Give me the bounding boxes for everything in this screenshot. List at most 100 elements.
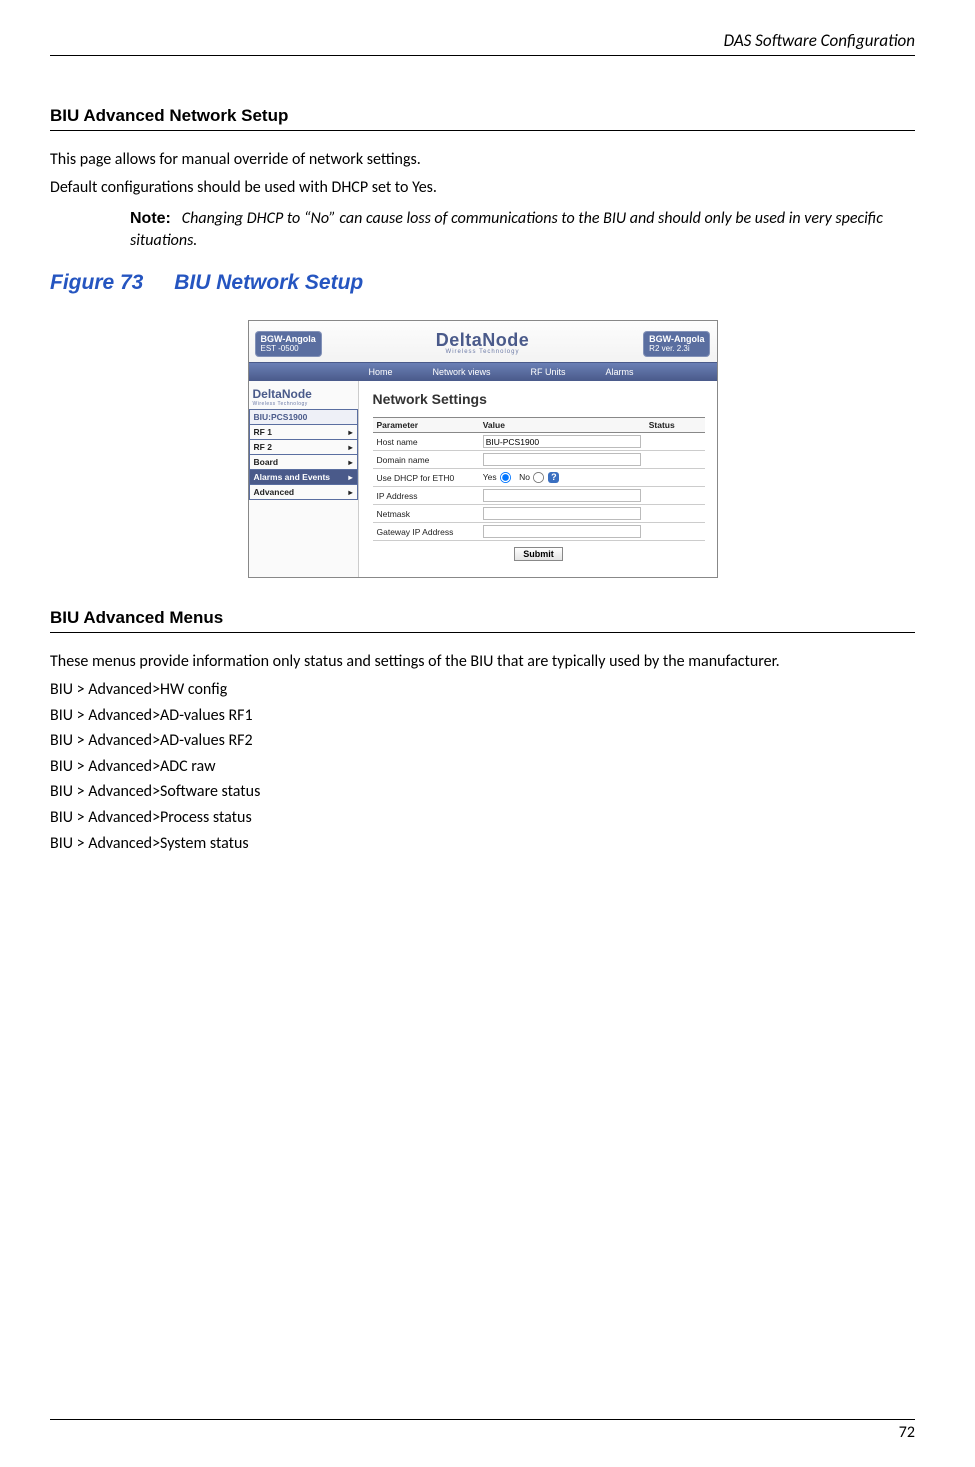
section-heading-advanced-menus: BIU Advanced Menus — [50, 608, 915, 633]
table-row: IP Address — [373, 487, 705, 505]
figure-number: Figure 73 — [50, 271, 143, 294]
note-block: Note: Changing DHCP to “No” can cause lo… — [130, 208, 915, 251]
param-cell: Use DHCP for ETH0 — [373, 469, 479, 487]
menu-path-item: BIU > Advanced>System status — [50, 833, 915, 855]
ss-nav-item[interactable]: Network views — [433, 367, 491, 377]
menu-path-list: BIU > Advanced>HW config BIU > Advanced>A… — [50, 679, 915, 854]
ss-table: Parameter Value Status Host nameDomain n… — [373, 417, 705, 541]
radio-no[interactable] — [533, 472, 544, 483]
chevron-right-icon: ▸ — [348, 428, 352, 437]
value-cell — [479, 523, 645, 541]
page-number: 72 — [50, 1419, 915, 1442]
value-cell — [479, 451, 645, 469]
note-text: Changing DHCP to “No” can cause loss of … — [130, 209, 883, 250]
ss-sidebar-item[interactable]: Alarms and Events▸ — [249, 470, 358, 485]
paragraph: These menus provide information only sta… — [50, 651, 915, 673]
radio-yes[interactable] — [500, 472, 511, 483]
menu-path-item: BIU > Advanced>ADC raw — [50, 756, 915, 778]
submit-button[interactable]: Submit — [514, 547, 563, 561]
menu-path-item: BIU > Advanced>HW config — [50, 679, 915, 701]
help-icon[interactable]: ? — [548, 472, 559, 483]
status-cell — [645, 523, 705, 541]
chevron-right-icon: ▸ — [348, 443, 352, 452]
ss-nav: Home Network views RF Units Alarms — [249, 363, 717, 381]
ss-logo: DeltaNode Wireless Technology — [436, 332, 530, 355]
param-cell: Gateway IP Address — [373, 523, 479, 541]
param-cell: Host name — [373, 433, 479, 451]
ss-col-parameter: Parameter — [373, 418, 479, 433]
status-cell — [645, 451, 705, 469]
text-input[interactable] — [483, 435, 641, 448]
ss-main-title: Network Settings — [373, 391, 705, 407]
menu-path-item: BIU > Advanced>AD-values RF2 — [50, 730, 915, 752]
ss-sidebar-item-label: RF 2 — [254, 442, 272, 452]
status-cell — [645, 487, 705, 505]
ss-col-value: Value — [479, 418, 645, 433]
chevron-right-icon: ▸ — [348, 458, 352, 467]
figure-title: BIU Network Setup — [174, 271, 363, 294]
ss-top-right-line2: R2 ver. 2.3i — [649, 344, 704, 353]
ss-sidebar-item-label: Advanced — [254, 487, 295, 497]
ss-body: DeltaNode Wireless Technology BIU:PCS190… — [249, 381, 717, 577]
ss-nav-item[interactable]: Alarms — [606, 367, 634, 377]
menu-path-item: BIU > Advanced>Software status — [50, 781, 915, 803]
ss-col-status: Status — [645, 418, 705, 433]
ss-nav-item[interactable]: Home — [369, 367, 393, 377]
ss-submit-wrap: Submit — [373, 541, 705, 561]
figure-caption: Figure 73 BIU Network Setup — [50, 271, 915, 295]
ss-top-left-badge: BGW-Angola EST -0500 — [255, 331, 322, 357]
value-cell — [479, 505, 645, 523]
ss-logo-text: DeltaNode — [436, 330, 530, 350]
radio-label-yes: Yes — [483, 472, 497, 482]
embedded-screenshot: BGW-Angola EST -0500 DeltaNode Wireless … — [248, 320, 718, 578]
ss-main: Network Settings Parameter Value Status … — [359, 381, 717, 577]
text-input[interactable] — [483, 453, 641, 466]
text-input[interactable] — [483, 525, 641, 538]
table-row: Gateway IP Address — [373, 523, 705, 541]
table-row: Use DHCP for ETH0 Yes No ? — [373, 469, 705, 487]
text-input[interactable] — [483, 507, 641, 520]
section-heading-network-setup: BIU Advanced Network Setup — [50, 106, 915, 131]
ss-top-left-line1: BGW-Angola — [261, 334, 316, 344]
table-row: Domain name — [373, 451, 705, 469]
menu-path-item: BIU > Advanced>AD-values RF1 — [50, 705, 915, 727]
ss-sidebar-item-label: Board — [254, 457, 279, 467]
status-cell — [645, 469, 705, 487]
ss-logo-tagline: Wireless Technology — [436, 350, 530, 356]
menu-path-item: BIU > Advanced>Process status — [50, 807, 915, 829]
ss-side-logo-text: DeltaNode — [253, 387, 312, 401]
param-cell: Netmask — [373, 505, 479, 523]
ss-nav-item[interactable]: RF Units — [531, 367, 566, 377]
ss-sidebar-item[interactable]: BIU:PCS1900 — [249, 410, 358, 425]
ss-top-bar: BGW-Angola EST -0500 DeltaNode Wireless … — [249, 321, 717, 363]
ss-side-logo: DeltaNode Wireless Technology — [249, 381, 358, 410]
status-cell — [645, 505, 705, 523]
note-label: Note: — [130, 210, 171, 227]
ss-sidebar-item-label: Alarms and Events — [254, 472, 331, 482]
ss-sidebar-item[interactable]: RF 1 ▸ — [249, 425, 358, 440]
text-input[interactable] — [483, 489, 641, 502]
param-cell: Domain name — [373, 451, 479, 469]
ss-top-left-line2: EST -0500 — [261, 344, 316, 353]
paragraph: This page allows for manual override of … — [50, 149, 915, 171]
table-row: Host name — [373, 433, 705, 451]
paragraph: Default configurations should be used wi… — [50, 177, 915, 199]
ss-sidebar-item[interactable]: Advanced ▸ — [249, 485, 358, 500]
chevron-right-icon: ▸ — [348, 488, 352, 497]
param-cell: IP Address — [373, 487, 479, 505]
radio-label-no: No — [519, 472, 530, 482]
radio-group: Yes No ? — [483, 472, 560, 482]
status-cell — [645, 433, 705, 451]
value-cell — [479, 487, 645, 505]
ss-sidebar-item-label: RF 1 — [254, 427, 272, 437]
ss-sidebar-item[interactable]: Board ▸ — [249, 455, 358, 470]
ss-sidebar-item[interactable]: RF 2 ▸ — [249, 440, 358, 455]
ss-top-right-line1: BGW-Angola — [649, 334, 704, 344]
ss-sidebar: DeltaNode Wireless Technology BIU:PCS190… — [249, 381, 359, 577]
value-cell — [479, 433, 645, 451]
value-cell: Yes No ? — [479, 469, 645, 487]
ss-top-right-badge: BGW-Angola R2 ver. 2.3i — [643, 331, 710, 357]
ss-sidebar-item-label: BIU:PCS1900 — [254, 412, 308, 422]
ss-side-logo-tagline: Wireless Technology — [253, 401, 354, 407]
running-header: DAS Software Configuration — [50, 30, 915, 56]
